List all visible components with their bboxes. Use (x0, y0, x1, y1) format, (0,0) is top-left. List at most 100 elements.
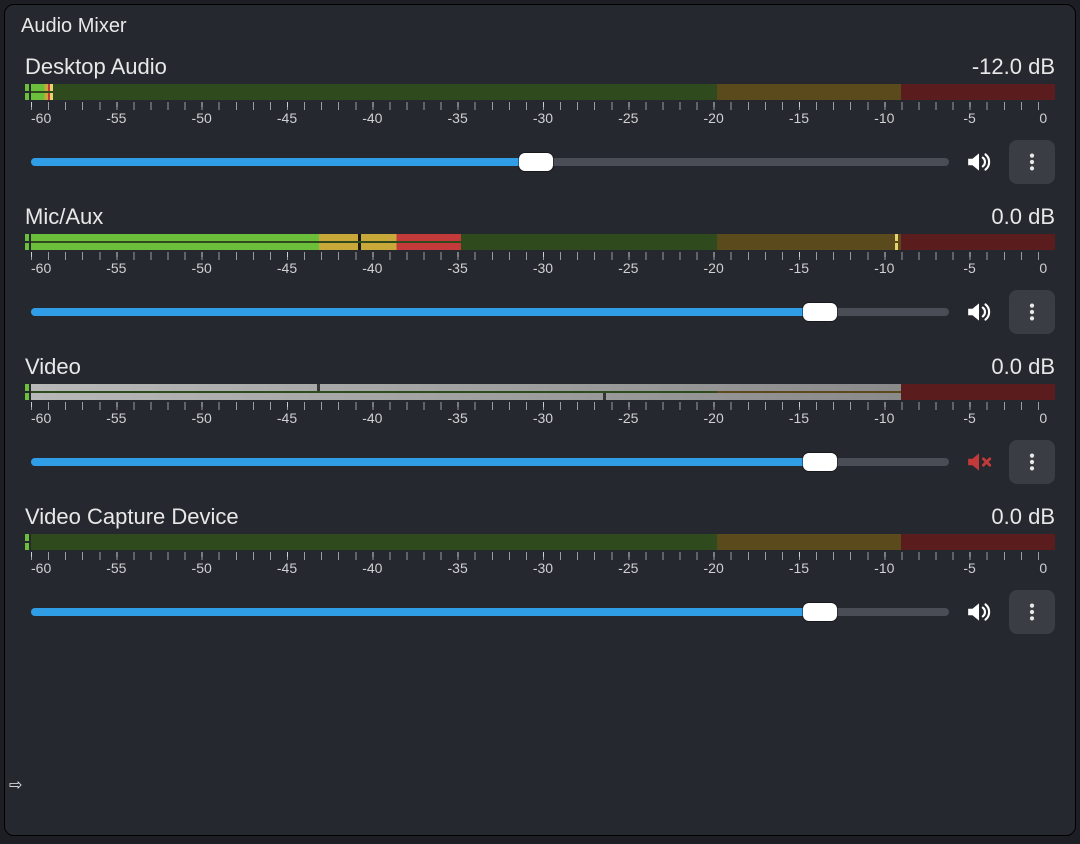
ruler-label: -40 (362, 410, 382, 426)
ruler-label: -40 (362, 560, 382, 576)
ruler-label: -5 (963, 260, 975, 276)
speaker-icon (964, 299, 994, 325)
mute-button-muted[interactable] (963, 446, 995, 478)
peak-indicator (50, 84, 53, 91)
volume-row (25, 580, 1055, 648)
ruler-label: -30 (533, 410, 553, 426)
ruler-label: -40 (362, 110, 382, 126)
channel-options-button[interactable] (1009, 290, 1055, 334)
ruler-label: -55 (106, 560, 126, 576)
volume-thumb[interactable] (519, 153, 553, 171)
mute-button[interactable] (963, 146, 995, 178)
mute-button[interactable] (963, 296, 995, 328)
channel-label: Desktop Audio (25, 54, 167, 80)
peak-indicator (50, 93, 53, 100)
ruler-label: -60 (31, 110, 51, 126)
ruler-label: -20 (704, 410, 724, 426)
ruler-label: -20 (704, 560, 724, 576)
ruler-label: 0 (1039, 560, 1047, 576)
channel-options-button[interactable] (1009, 440, 1055, 484)
speaker-muted-icon (964, 449, 994, 475)
meter-bar-bot (31, 543, 1055, 550)
ruler-label: -10 (874, 260, 894, 276)
ruler-label: -20 (704, 260, 724, 276)
meter-bar-bot (31, 393, 1055, 400)
resize-handle-icon: ⇨ (9, 775, 22, 795)
meter-bar-top (31, 384, 1055, 391)
meter-bar-top (31, 234, 1055, 241)
channel-db-value: 0.0 dB (991, 504, 1055, 530)
ruler-label: -50 (192, 560, 212, 576)
volume-row (25, 430, 1055, 498)
ruler-label: -15 (789, 110, 809, 126)
channel-mic-aux: Mic/Aux0.0 dB -60-55-50-45-40-35-30-25-2… (5, 198, 1075, 348)
channel-options-button[interactable] (1009, 140, 1055, 184)
peak-indicator-secondary (358, 243, 361, 250)
db-ruler: -60-55-50-45-40-35-30-25-20-15-10-50 (31, 252, 1055, 280)
channel-db-value: -12.0 dB (972, 54, 1055, 80)
volume-thumb[interactable] (803, 603, 837, 621)
speaker-icon (964, 599, 994, 625)
ruler-label: -60 (31, 410, 51, 426)
channel-options-button[interactable] (1009, 590, 1055, 634)
peak-indicator (895, 243, 898, 250)
ruler-label: 0 (1039, 110, 1047, 126)
ruler-label: -30 (533, 560, 553, 576)
ruler-label: -25 (618, 260, 638, 276)
ruler-label: -35 (448, 260, 468, 276)
ruler-label: -35 (448, 560, 468, 576)
volume-thumb[interactable] (803, 453, 837, 471)
ruler-label: -30 (533, 260, 553, 276)
ruler-label: 0 (1039, 410, 1047, 426)
peak-indicator (603, 393, 606, 400)
vertical-dots-icon (1021, 599, 1043, 625)
peak-indicator (317, 384, 320, 391)
volume-thumb[interactable] (803, 303, 837, 321)
meter-bar-top (31, 534, 1055, 541)
ruler-label: -40 (362, 260, 382, 276)
ruler-label: -50 (192, 410, 212, 426)
ruler-label: -25 (618, 410, 638, 426)
peak-indicator-secondary (358, 234, 361, 241)
ruler-label: -45 (277, 110, 297, 126)
ruler-label: -5 (963, 410, 975, 426)
vertical-dots-icon (1021, 149, 1043, 175)
level-meter (31, 234, 1055, 252)
volume-slider[interactable] (31, 158, 949, 166)
ruler-label: -45 (277, 260, 297, 276)
ruler-label: -60 (31, 560, 51, 576)
ruler-label: -30 (533, 110, 553, 126)
level-meter (31, 534, 1055, 552)
ruler-label: -10 (874, 560, 894, 576)
ruler-label: 0 (1039, 260, 1047, 276)
ruler-label: -55 (106, 410, 126, 426)
mute-button[interactable] (963, 596, 995, 628)
ruler-label: -50 (192, 110, 212, 126)
channel-label: Video (25, 354, 81, 380)
ruler-label: -15 (789, 260, 809, 276)
meter-bar-bot (31, 243, 1055, 250)
volume-slider[interactable] (31, 458, 949, 466)
level-meter (31, 384, 1055, 402)
vertical-dots-icon (1021, 299, 1043, 325)
channel-label: Mic/Aux (25, 204, 103, 230)
level-meter (31, 84, 1055, 102)
channel-db-value: 0.0 dB (991, 204, 1055, 230)
ruler-label: -25 (618, 560, 638, 576)
volume-slider[interactable] (31, 308, 949, 316)
channel-video-capture: Video Capture Device0.0 dB -60-55-50-45-… (5, 498, 1075, 648)
ruler-label: -55 (106, 260, 126, 276)
ruler-label: -50 (192, 260, 212, 276)
ruler-label: -15 (789, 410, 809, 426)
db-ruler: -60-55-50-45-40-35-30-25-20-15-10-50 (31, 102, 1055, 130)
channel-video: Video0.0 dB -60-55-50-45-40-35-30-25-20-… (5, 348, 1075, 498)
meter-bar-top (31, 84, 1055, 91)
ruler-label: -5 (963, 110, 975, 126)
channel-label: Video Capture Device (25, 504, 239, 530)
channel-desktop-audio: Desktop Audio-12.0 dB -60-55-50-45-40-35… (5, 48, 1075, 198)
panel-title: Audio Mixer (5, 13, 1075, 48)
audio-mixer-panel: Audio Mixer Desktop Audio -12.0 dB -60 -55… (4, 4, 1076, 836)
volume-slider[interactable] (31, 608, 949, 616)
ruler-label: -10 (874, 410, 894, 426)
ruler-label: -15 (789, 560, 809, 576)
